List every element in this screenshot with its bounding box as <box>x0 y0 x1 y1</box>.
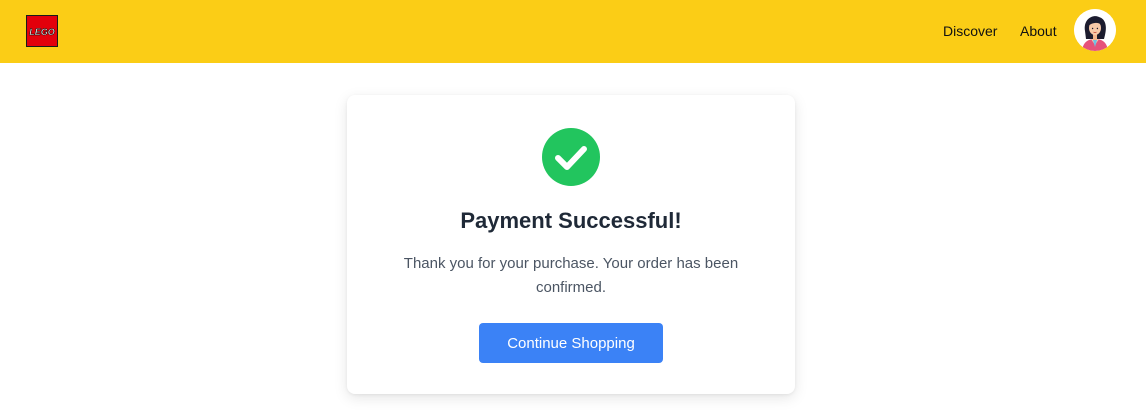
avatar-illustration-icon <box>1074 9 1116 51</box>
lego-logo[interactable]: LEGO <box>26 15 58 47</box>
continue-shopping-button[interactable]: Continue Shopping <box>479 323 663 363</box>
page-title: Payment Successful! <box>460 208 682 233</box>
check-circle-icon <box>542 128 600 186</box>
user-avatar[interactable] <box>1074 9 1116 51</box>
logo-text: LEGO <box>29 27 55 37</box>
lego-logo-mark: LEGO <box>29 27 55 38</box>
nav-link-discover[interactable]: Discover <box>943 22 997 40</box>
payment-success-card: Payment Successful! Thank you for your p… <box>347 95 795 394</box>
top-navbar: LEGO Discover About <box>0 0 1146 63</box>
nav-link-about[interactable]: About <box>1020 22 1057 40</box>
confirmation-message: Thank you for your purchase. Your order … <box>403 255 739 296</box>
